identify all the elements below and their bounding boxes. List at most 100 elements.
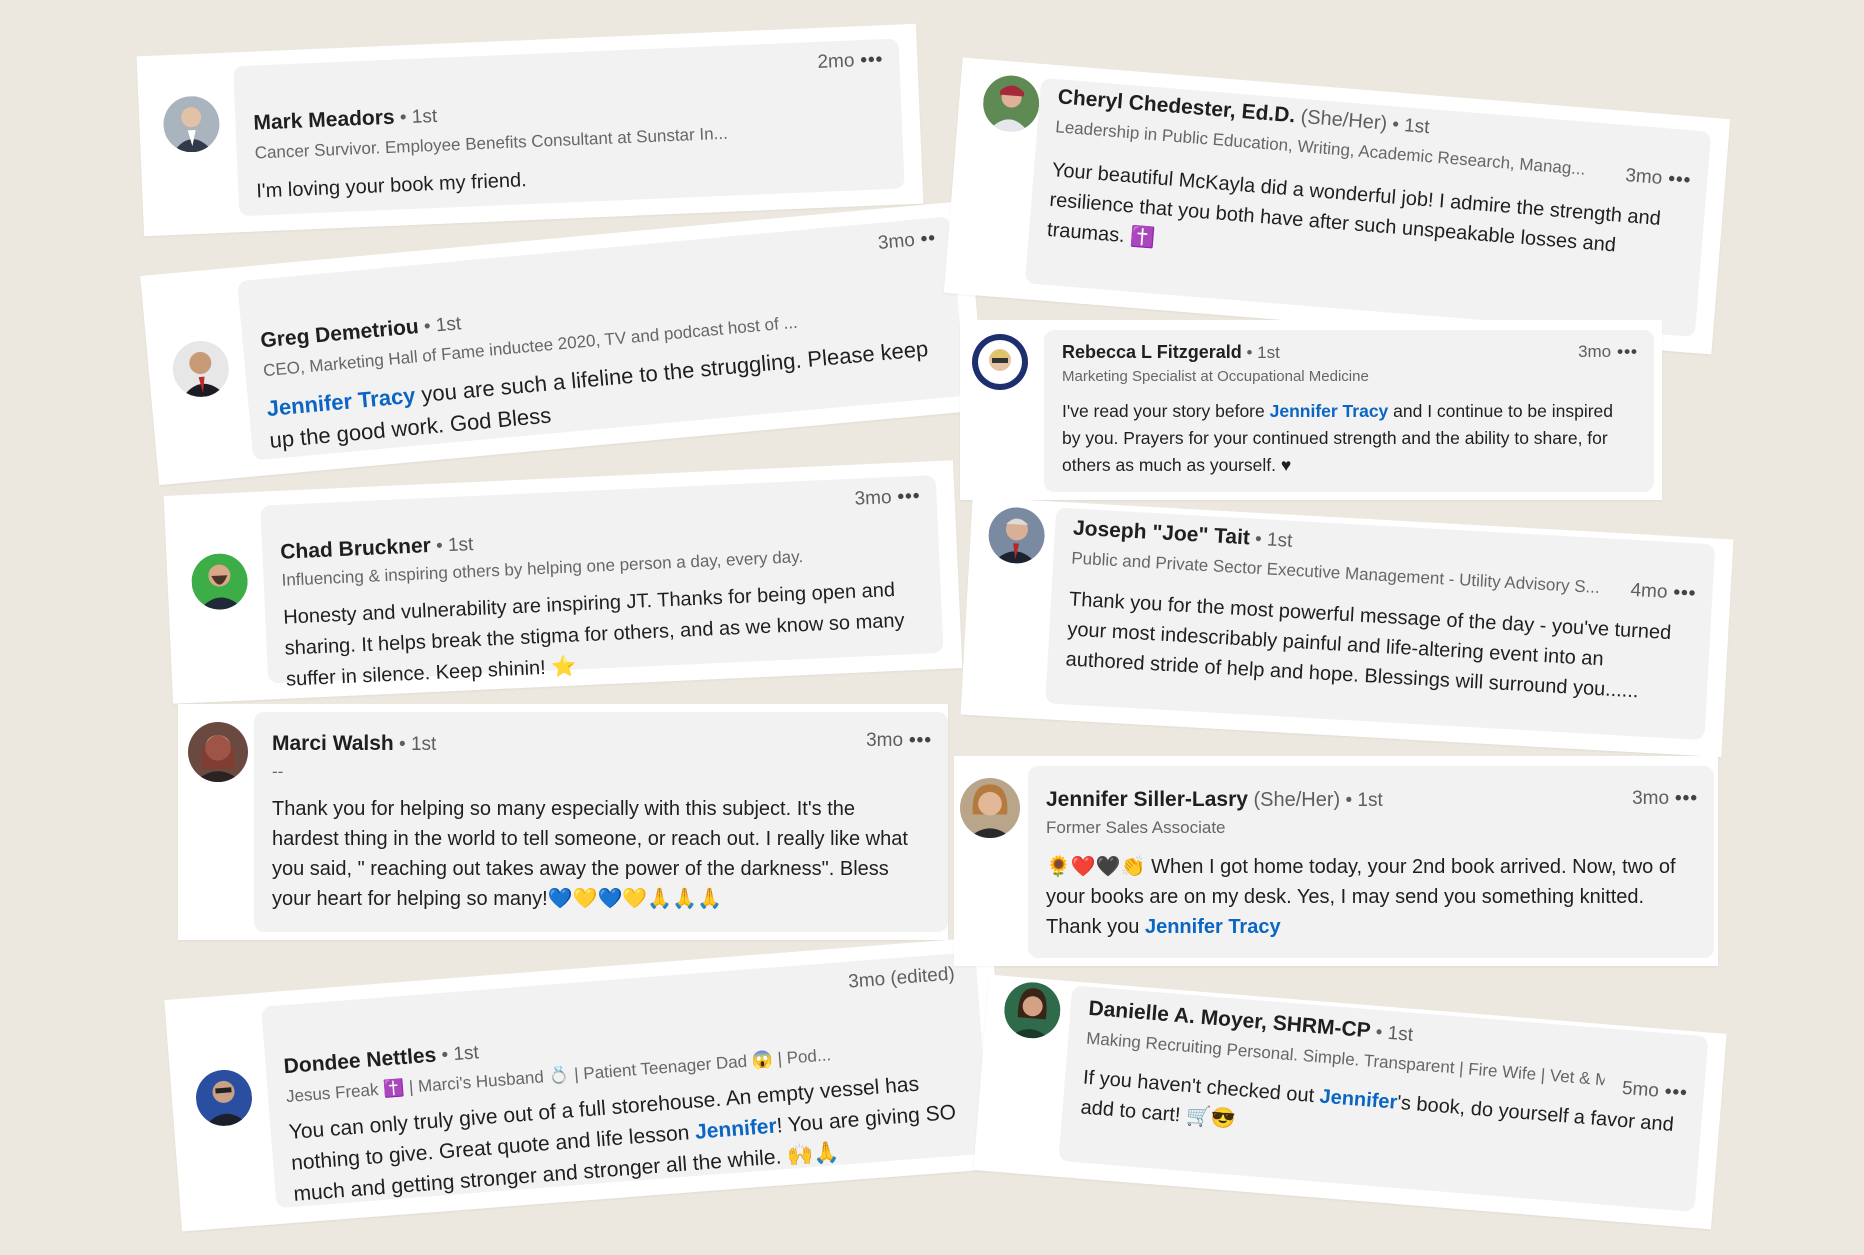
timestamp: 5mo <box>1621 1077 1660 1102</box>
timestamp: 2mo <box>817 50 855 73</box>
connection-degree: • 1st <box>1249 528 1293 552</box>
comment-bubble: 3mo •• Greg Demetriou • 1st CEO, Marketin… <box>237 216 967 461</box>
comment-bubble: 5mo ••• Danielle A. Moyer, SHRM-CP • 1st … <box>1058 985 1709 1212</box>
more-options-icon[interactable]: •• <box>920 228 937 250</box>
connection-degree: • 1st <box>430 534 474 557</box>
comment-text-body: 🌻❤️🖤👏 When I got home today, your 2nd bo… <box>1046 856 1676 938</box>
more-options-icon[interactable]: ••• <box>1675 788 1698 809</box>
profile-photo-icon <box>981 73 1042 134</box>
comment-meta: 3mo ••• <box>854 486 921 511</box>
comment-card-cheryl-chedester: 3mo ••• Cheryl Chedester, Ed.D. (She/Her)… <box>943 57 1731 355</box>
comment-meta: 3mo ••• <box>866 730 932 752</box>
author-name[interactable]: Chad Bruckner <box>280 534 431 564</box>
comment-bubble: 3mo ••• Cheryl Chedester, Ed.D. (She/Her)… <box>1024 77 1712 338</box>
profile-photo-icon <box>162 95 221 154</box>
timestamp: 3mo <box>1632 788 1670 809</box>
comment-text: I've read your story before Jennifer Tra… <box>1062 398 1630 479</box>
comment-text: Honesty and vulnerability are inspiring … <box>282 578 905 691</box>
avatar[interactable] <box>190 552 249 611</box>
comment-meta: 2mo ••• <box>817 49 884 74</box>
more-options-icon[interactable]: ••• <box>860 49 884 71</box>
author-name[interactable]: Dondee Nettles <box>283 1044 437 1079</box>
connection-degree: • 1st <box>1340 790 1383 811</box>
comment-meta: 3mo ••• <box>1578 342 1638 362</box>
comment-meta: 5mo ••• <box>1621 1078 1688 1105</box>
comment-card-chad-bruckner: 3mo ••• Chad Bruckner • 1st Influencing &… <box>163 460 963 704</box>
comment-bubble: 3mo ••• Jennifer Siller-Lasry (She/Her) •… <box>1028 766 1714 958</box>
avatar[interactable] <box>981 73 1042 134</box>
profile-photo-icon <box>188 722 248 782</box>
comment-card-danielle-moyer: 5mo ••• Danielle A. Moyer, SHRM-CP • 1st … <box>973 974 1727 1230</box>
comment-text: I'm loving your book my friend. <box>255 169 528 203</box>
comment-text-body: I've read your story before <box>1062 401 1270 421</box>
profile-photo-icon <box>972 334 1028 390</box>
comment-bubble: 3mo ••• Chad Bruckner • 1st Influencing &… <box>260 474 944 691</box>
comment-text: Thank you for helping so many especially… <box>272 798 908 910</box>
comment-bubble: 3mo ••• Marci Walsh • 1st -- Thank you fo… <box>254 712 948 932</box>
more-options-icon[interactable]: ••• <box>909 730 932 751</box>
timestamp: 3mo <box>1578 342 1612 361</box>
avatar[interactable] <box>170 338 232 400</box>
mention-link[interactable]: Jennifer <box>1319 1086 1398 1114</box>
more-options-icon[interactable] <box>960 963 962 984</box>
avatar[interactable] <box>1002 980 1063 1041</box>
more-options-icon[interactable]: ••• <box>1664 1081 1689 1104</box>
comment-bubble: 3mo ••• Rebecca L Fitzgerald • 1st Market… <box>1044 330 1654 492</box>
author-name[interactable]: Jennifer Siller-Lasry <box>1046 788 1248 811</box>
avatar[interactable] <box>188 722 248 782</box>
connection-degree: • 1st <box>394 105 438 129</box>
mention-link[interactable]: Jennifer Tracy <box>1145 916 1281 938</box>
comment-bubble: 4mo ••• Joseph "Joe" Tait • 1st Public an… <box>1045 507 1716 741</box>
profile-photo-icon <box>193 1067 255 1128</box>
connection-degree: • 1st <box>435 1042 480 1067</box>
comment-bubble: 3mo (edited) Dondee Nettles • 1st Jesus … <box>261 951 991 1209</box>
comment-bubble: 2mo ••• Mark Meadors • 1st Cancer Survivo… <box>233 38 905 217</box>
connection-degree: • 1st <box>393 734 437 755</box>
author-name[interactable]: Rebecca L Fitzgerald <box>1062 342 1242 362</box>
author-name[interactable]: Joseph "Joe" Tait <box>1072 517 1250 550</box>
profile-photo-icon <box>1002 980 1063 1041</box>
author-headline: Marketing Specialist at Occupational Med… <box>1062 368 1369 385</box>
avatar[interactable] <box>972 334 1028 390</box>
mention-link[interactable]: Jennifer <box>694 1115 777 1144</box>
author-headline: Former Sales Associate <box>1046 818 1226 837</box>
comment-text: 🌻❤️🖤👏 When I got home today, your 2nd bo… <box>1046 852 1690 942</box>
comment-meta: 3mo •• <box>877 228 937 255</box>
connection-degree: • 1st <box>417 313 463 338</box>
comment-card-jennifer-siller-lasry: 3mo ••• Jennifer Siller-Lasry (She/Her) •… <box>954 756 1718 966</box>
timestamp: 4mo <box>1629 579 1669 603</box>
comment-card-marci-walsh: 3mo ••• Marci Walsh • 1st -- Thank you fo… <box>178 704 948 940</box>
author-name[interactable]: Greg Demetriou <box>260 315 420 352</box>
comment-card-mark-meadors: 2mo ••• Mark Meadors • 1st Cancer Survivo… <box>136 23 924 237</box>
timestamp: 3mo <box>866 730 904 751</box>
author-name[interactable]: Marci Walsh <box>272 732 394 755</box>
profile-photo-icon <box>960 778 1020 838</box>
timestamp: 3mo <box>1624 165 1664 189</box>
avatar[interactable] <box>960 778 1020 838</box>
timestamp: 3mo <box>854 487 893 510</box>
more-options-icon[interactable]: ••• <box>897 486 921 508</box>
comment-card-greg-demetriou: 3mo •• Greg Demetriou • 1st CEO, Marketin… <box>140 200 986 486</box>
profile-photo-icon <box>987 505 1047 565</box>
mention-link[interactable]: Jennifer Tracy <box>1270 401 1389 421</box>
author-name[interactable]: Mark Meadors <box>253 106 395 135</box>
pronouns: (She/Her) <box>1294 105 1388 135</box>
more-options-icon[interactable]: ••• <box>1617 342 1638 361</box>
comment-meta: 3mo (edited) <box>847 963 961 994</box>
mention-link[interactable]: Jennifer Tracy <box>266 383 417 421</box>
comment-meta: 4mo ••• <box>1630 580 1697 606</box>
author-headline: -- <box>272 762 284 781</box>
pronouns: (She/Her) <box>1247 789 1341 811</box>
timestamp: 3mo (edited) <box>847 963 956 993</box>
avatar[interactable] <box>987 505 1047 565</box>
avatar[interactable] <box>193 1067 255 1128</box>
comment-card-joseph-tait: 4mo ••• Joseph "Joe" Tait • 1st Public an… <box>960 496 1734 758</box>
comment-meta: 3mo ••• <box>1625 165 1692 192</box>
comment-card-dondee-nettles: 3mo (edited) Dondee Nettles • 1st Jesus … <box>164 936 1010 1232</box>
avatar[interactable] <box>162 95 221 154</box>
comment-text: Thank you for the most powerful message … <box>1065 588 1672 703</box>
connection-degree: • 1st <box>1369 1021 1414 1046</box>
more-options-icon[interactable]: ••• <box>1673 582 1697 604</box>
profile-photo-icon <box>170 338 232 400</box>
more-options-icon[interactable]: ••• <box>1667 169 1692 192</box>
